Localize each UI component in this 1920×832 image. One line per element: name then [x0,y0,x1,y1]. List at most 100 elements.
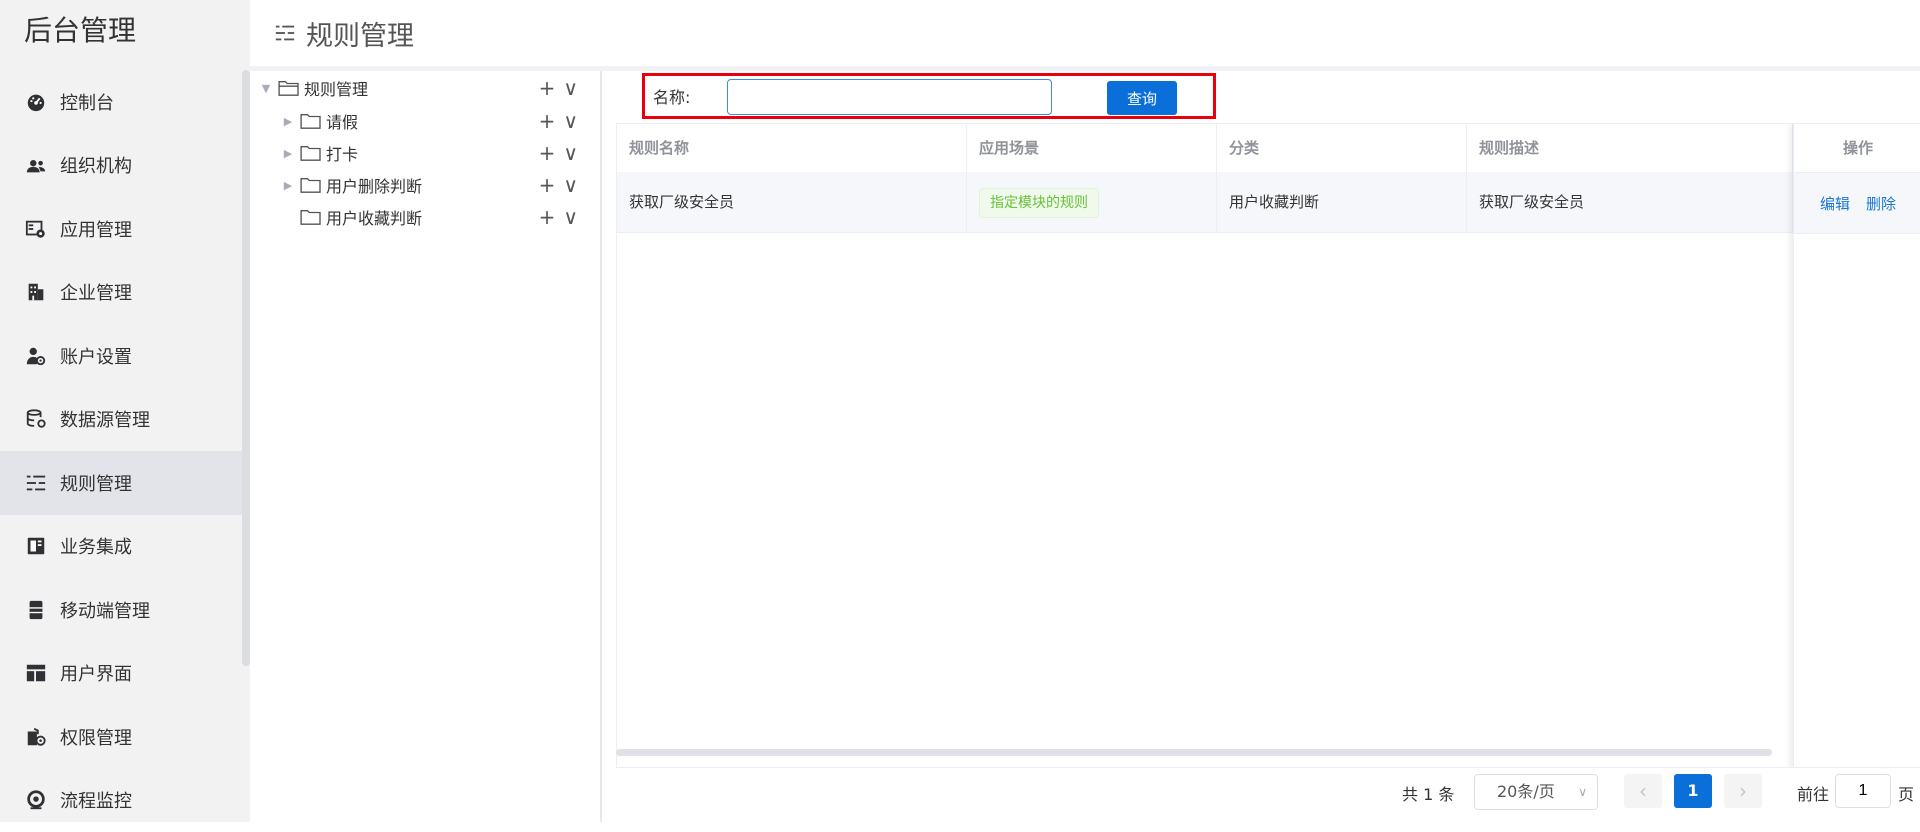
tree-node-label: 打卡 [326,141,358,165]
main-content: 名称: 查询 规则名称 应用场景 分类 规则描述 获取厂级安全员 指定模块的规则… [602,71,1920,822]
tree-node-label: 请假 [326,109,358,133]
sidebar-item-label: 业务集成 [60,533,132,559]
tree-node-actions: +∨ [539,111,578,131]
folder-icon [300,144,322,162]
column-header[interactable]: 应用场景 [967,124,1217,172]
search-label: 名称: [653,84,690,108]
sidebar-item-label: 权限管理 [60,724,132,750]
scene-tag: 指定模块的规则 [979,188,1099,218]
sidebar-scrollbar[interactable] [242,70,250,666]
search-button[interactable]: 查询 [1107,81,1177,115]
brand-title: 后台管理 [0,0,250,66]
app-settings-icon [24,217,48,241]
building-icon [24,280,48,304]
sidebar-menu: 控制台 组织机构 应用管理 企业管理 账户设置 数据源管理 规则管理 业务集成 [0,70,242,832]
tree-node-root[interactable]: ▼ 规则管理 +∨ [258,72,598,104]
goto-page-input[interactable] [1835,774,1891,808]
chevron-down-icon[interactable]: ∨ [563,175,578,195]
delete-button[interactable]: 删除 [1866,193,1896,214]
search-form: 名称: 查询 [642,73,1216,119]
sidebar-item-label: 流程监控 [60,787,132,813]
page-title: 规则管理 [306,14,414,53]
sidebar-item-label: 控制台 [60,89,114,115]
folder-open-icon [278,79,300,97]
sidebar-item-datasource[interactable]: 数据源管理 [0,388,242,452]
tree-node-label: 规则管理 [304,76,368,100]
sidebar-item-mobile[interactable]: 移动端管理 [0,578,242,642]
prev-page-button[interactable]: ‹ [1624,774,1662,808]
table-row[interactable]: 获取厂级安全员 指定模块的规则 用户收藏判断 获取厂级安全员 [617,172,1920,233]
sidebar-item-app-management[interactable]: 应用管理 [0,197,242,261]
page-header: 规则管理 [250,0,1920,66]
user-gear-icon [24,344,48,368]
sidebar-item-label: 组织机构 [60,152,132,178]
tree-node[interactable]: ▶ 用户删除判断 + ∨ [280,169,620,201]
page-size-value: 20条/页 [1497,782,1555,801]
cell-description: 获取厂级安全员 [1467,172,1793,232]
sidebar-item-monitor[interactable]: 流程监控 [0,769,242,832]
sidebar-item-account[interactable]: 账户设置 [0,324,242,388]
cell-category: 用户收藏判断 [1217,172,1467,232]
edit-button[interactable]: 编辑 [1820,193,1850,214]
cell-rule-name: 获取厂级安全员 [617,172,967,232]
add-icon[interactable]: + [539,111,556,131]
next-page-button[interactable]: › [1724,774,1762,808]
sidebar-item-label: 企业管理 [60,279,132,305]
page-number-current[interactable]: 1 [1674,774,1712,808]
chevron-down-icon[interactable]: ∨ [563,207,578,227]
sidebar-item-label: 应用管理 [60,216,132,242]
chevron-down-icon[interactable]: ∨ [563,111,578,131]
database-icon [24,407,48,431]
caret-right-icon[interactable]: ▶ [280,115,296,128]
chevron-down-icon[interactable]: ∨ [563,143,578,163]
pagination: 共 1 条 20条/页 ∨ ‹ 1 › 前往 页 [602,768,1920,822]
page-size-select[interactable]: 20条/页 ∨ [1474,774,1598,810]
sidebar-item-organization[interactable]: 组织机构 [0,134,242,198]
sidebar-item-rules[interactable]: 规则管理 [0,451,242,515]
cell-scene: 指定模块的规则 [967,172,1217,232]
sidebar-item-label: 账户设置 [60,343,132,369]
chevron-down-icon: ∨ [1578,775,1587,809]
search-input[interactable] [727,79,1052,115]
caret-right-icon[interactable]: ▶ [280,147,296,160]
tree-node[interactable]: ▶ 打卡 +∨ [280,137,620,169]
column-header[interactable]: 规则描述 [1467,124,1793,172]
users-icon [24,153,48,177]
add-icon[interactable]: + [539,207,556,227]
sidebar-item-ui[interactable]: 用户界面 [0,642,242,706]
tree-node-actions: +∨ [539,143,578,163]
layout-icon [24,661,48,685]
rules-table: 规则名称 应用场景 分类 规则描述 获取厂级安全员 指定模块的规则 用户收藏判断… [616,123,1920,768]
add-icon[interactable]: + [539,143,556,163]
tree-node-actions: +∨ [539,78,578,98]
sidebar-item-label: 数据源管理 [60,406,150,432]
chevron-down-icon[interactable]: ∨ [563,78,578,98]
permission-icon [24,725,48,749]
add-icon[interactable]: + [539,175,556,195]
tree-node-label: 用户删除判断 [326,173,422,197]
action-column: 操作 编辑 删除 [1793,124,1920,768]
tree-node-label: 用户收藏判断 [326,205,422,229]
folder-icon [300,112,322,130]
goto-label: 前往 [1797,781,1829,805]
table-header: 规则名称 应用场景 分类 规则描述 [617,124,1920,173]
caret-right-icon[interactable]: ▶ [280,179,296,192]
caret-down-icon[interactable]: ▼ [258,82,274,95]
sidebar-item-label: 用户界面 [60,660,132,686]
page-suffix: 页 [1898,781,1914,805]
tree-node[interactable]: 用户收藏判断 + ∨ [280,201,620,233]
sliders-icon [24,471,48,495]
column-header[interactable]: 分类 [1217,124,1467,172]
add-icon[interactable]: + [539,78,556,98]
sidebar-item-dashboard[interactable]: 控制台 [0,70,242,134]
column-header[interactable]: 规则名称 [617,124,967,172]
sidebar: 后台管理 控制台 组织机构 应用管理 企业管理 账户设置 数据源管理 规则管理 [0,0,250,822]
sidebar-item-enterprise[interactable]: 企业管理 [0,261,242,325]
sidebar-item-integration[interactable]: 业务集成 [0,515,242,579]
monitor-icon [24,788,48,812]
sidebar-item-permission[interactable]: 权限管理 [0,705,242,769]
tree-node[interactable]: ▶ 请假 +∨ [280,105,620,137]
table-horizontal-scrollbar[interactable] [616,749,1772,756]
rule-tree: ▼ 规则管理 +∨ ▶ 请假 +∨ ▶ 打卡 +∨ ▶ 用户删除判断 +∨ 用户… [250,71,602,822]
folder-icon [300,208,322,226]
